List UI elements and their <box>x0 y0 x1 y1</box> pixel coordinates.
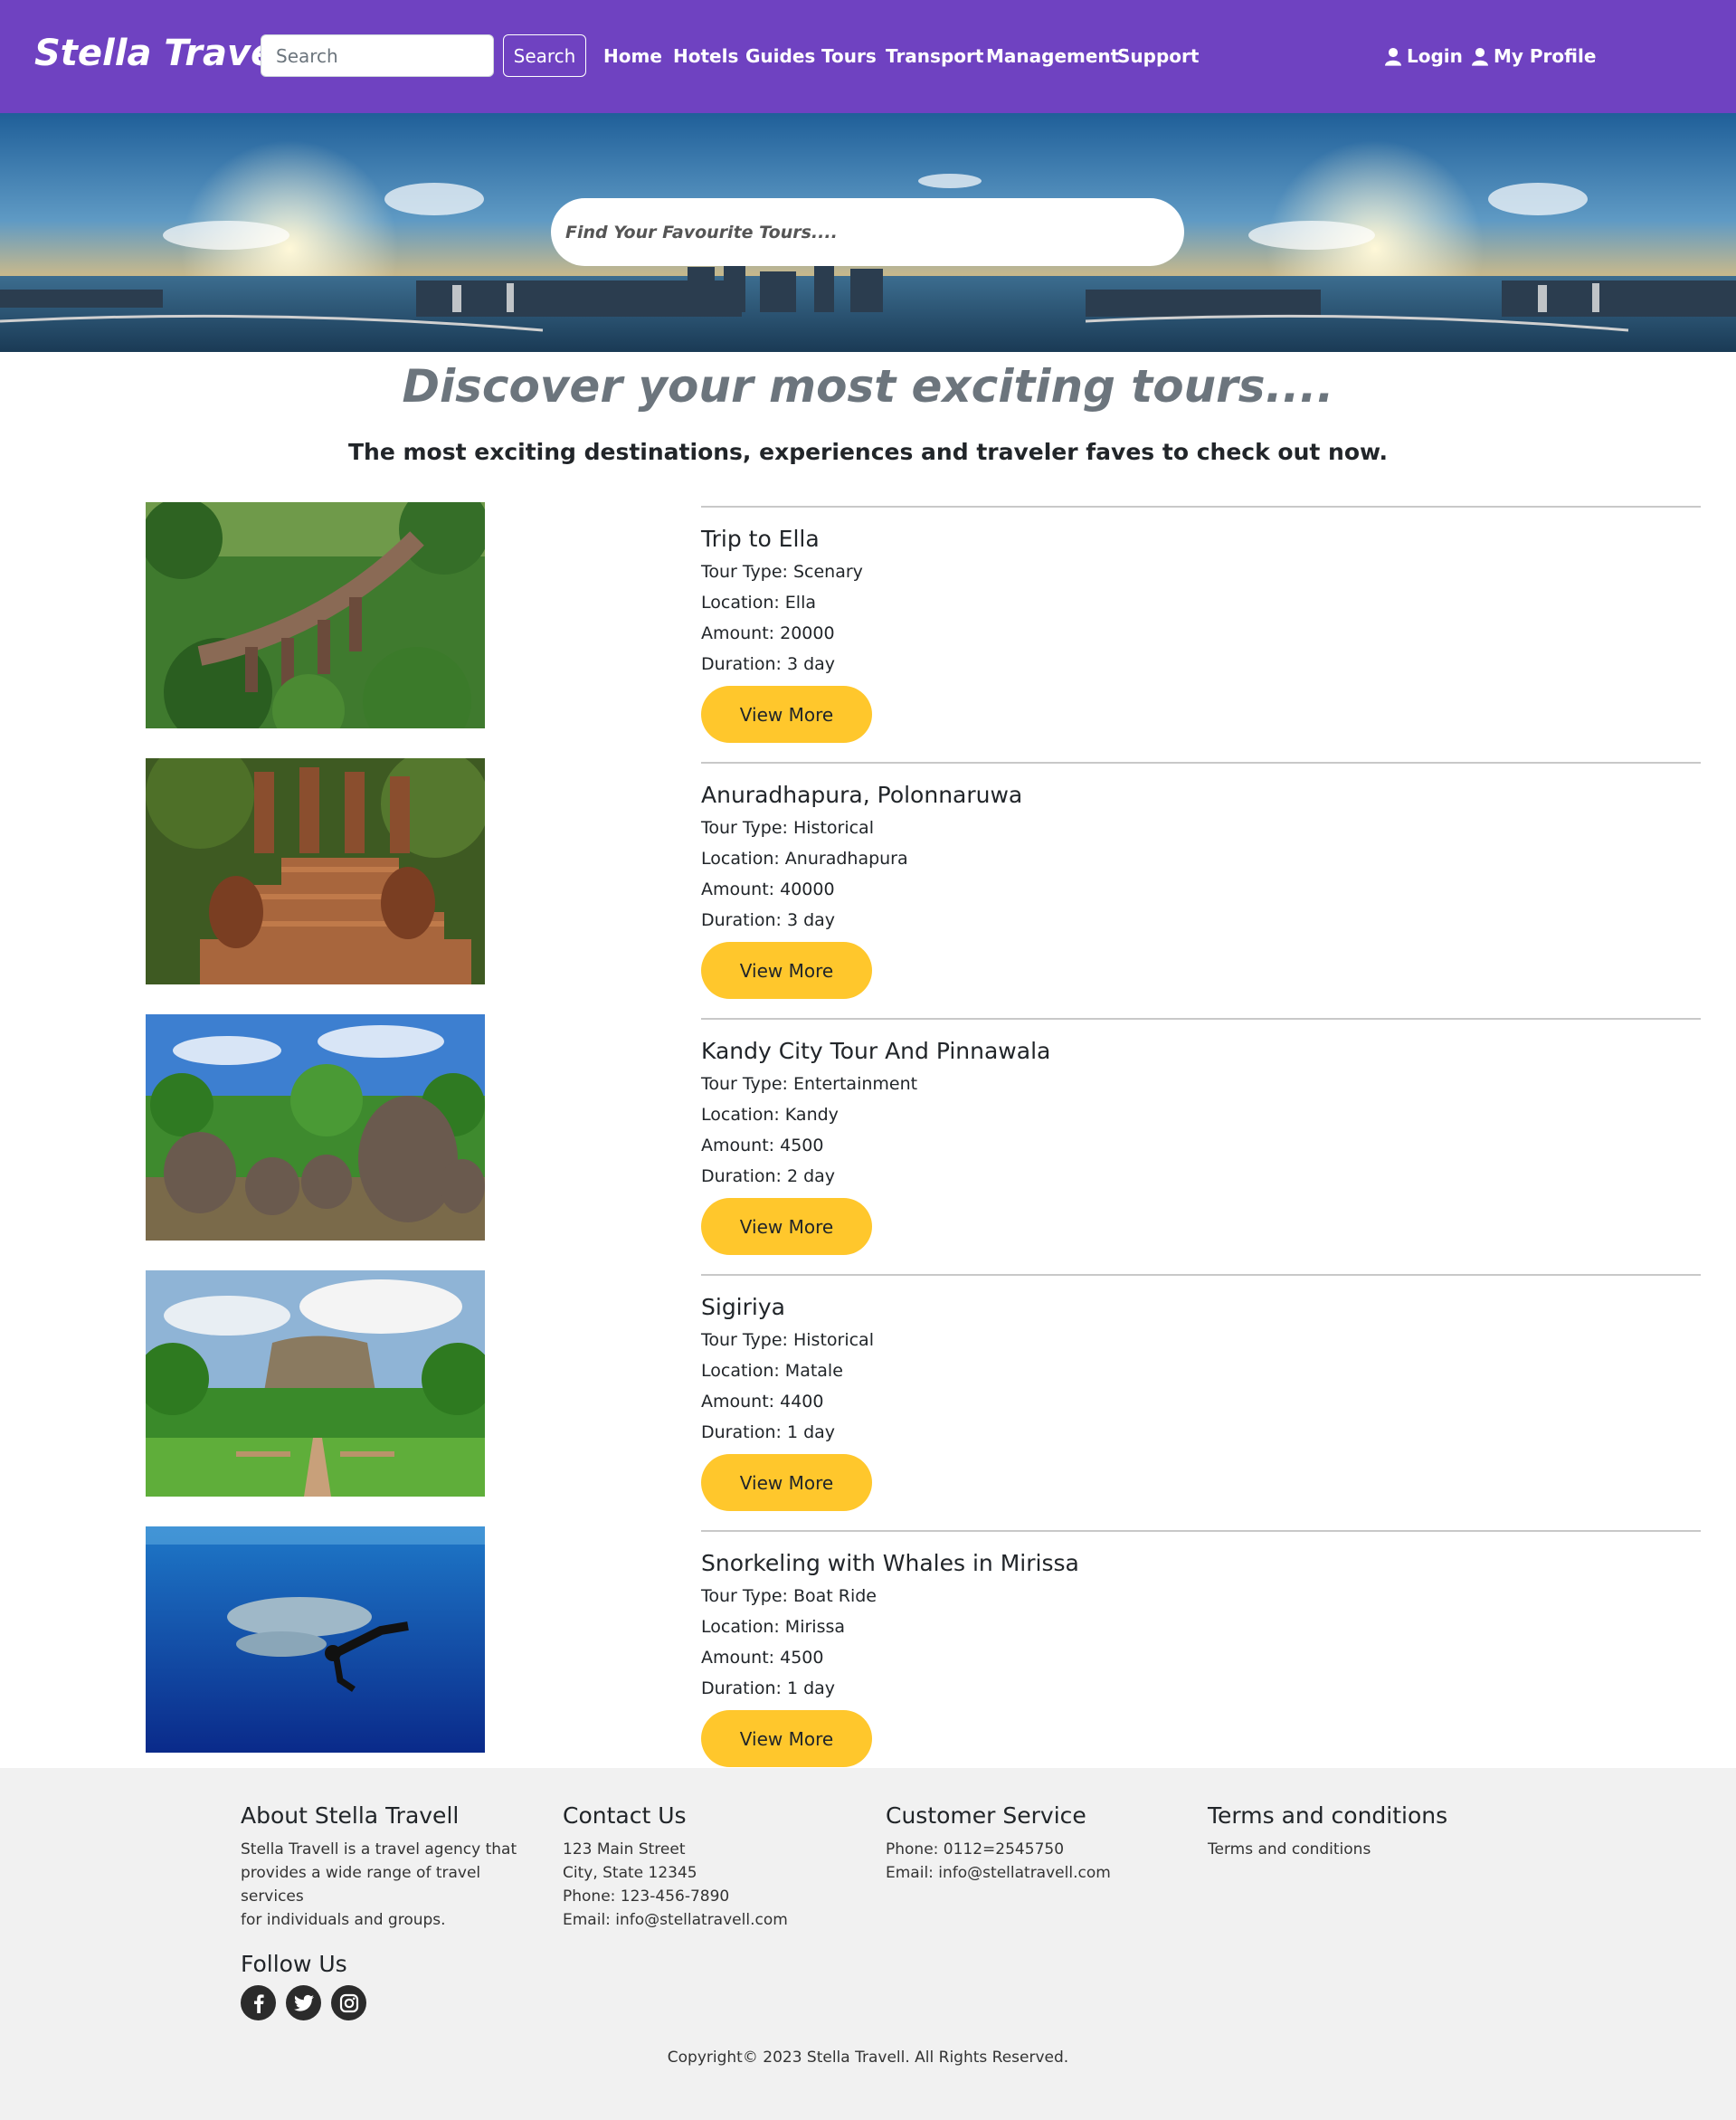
nav-link-tours[interactable]: Tours <box>821 45 877 67</box>
facebook-icon[interactable] <box>241 1985 276 2020</box>
tour-image-anuradhapura <box>146 758 485 984</box>
view-more-button[interactable]: View More <box>701 942 872 999</box>
footer-contact-line: 123 Main Street <box>563 1840 686 1859</box>
footer-about-title: About Stella Travell <box>241 1802 460 1829</box>
tour-name: Kandy City Tour And Pinnawala <box>701 1038 1051 1064</box>
tour-image-mirissa <box>146 1526 485 1753</box>
page-subtitle: The most exciting destinations, experien… <box>347 439 1389 465</box>
tour-duration: Duration: 1 day <box>701 1678 836 1698</box>
view-more-button[interactable]: View More <box>701 1198 872 1255</box>
footer-contact-line: Phone: 123-456-7890 <box>563 1887 730 1906</box>
tour-location: Location: Mirissa <box>701 1617 846 1637</box>
tour-card: Snorkeling with Whales in Mirissa Tour T… <box>0 1526 1736 1783</box>
tour-image-sigiriya <box>146 1270 485 1497</box>
nav-link-support[interactable]: Support <box>1117 45 1199 67</box>
tour-search-input[interactable] <box>551 198 1184 266</box>
user-icon <box>1472 47 1488 66</box>
tour-amount: Amount: 20000 <box>701 623 835 643</box>
tour-duration: Duration: 2 day <box>701 1166 836 1186</box>
tour-name: Sigiriya <box>701 1294 785 1320</box>
social-links <box>241 1985 366 2020</box>
tour-name: Anuradhapura, Polonnaruwa <box>701 782 1023 808</box>
divider <box>701 762 1701 764</box>
tour-type: Tour Type: Boat Ride <box>701 1586 877 1606</box>
footer-service-title: Customer Service <box>886 1802 1086 1829</box>
tour-duration: Duration: 1 day <box>701 1422 836 1442</box>
nav-link-guides[interactable]: Guides <box>745 45 815 67</box>
footer-contact-line: City, State 12345 <box>563 1864 697 1882</box>
tour-amount: Amount: 4500 <box>701 1136 824 1155</box>
footer-terms: Terms and conditions Terms and condition… <box>1208 1802 1515 1861</box>
twitter-icon[interactable] <box>286 1985 321 2020</box>
tour-type: Tour Type: Historical <box>701 1330 874 1350</box>
tour-card: Trip to Ella Tour Type: Scenary Location… <box>0 502 1736 758</box>
tour-name: Snorkeling with Whales in Mirissa <box>701 1550 1079 1576</box>
tour-duration: Duration: 3 day <box>701 910 836 930</box>
footer-about-line: for individuals and groups. <box>241 1911 446 1929</box>
search-input[interactable] <box>261 34 494 77</box>
footer: About Stella Travell Stella Travell is a… <box>0 1768 1736 2120</box>
search-button[interactable]: Search <box>503 34 586 77</box>
divider <box>701 506 1701 508</box>
view-more-button[interactable]: View More <box>701 1454 872 1511</box>
nav-link-management[interactable]: Management <box>986 45 1119 67</box>
footer-about-line: provides a wide range of travel services <box>241 1864 481 1906</box>
tour-amount: Amount: 40000 <box>701 879 835 899</box>
my-profile-label: My Profile <box>1494 45 1597 67</box>
tour-type: Tour Type: Entertainment <box>701 1074 918 1094</box>
login-link[interactable]: Login <box>1385 45 1463 67</box>
page-title: Discover your most exciting tours.... <box>402 360 1334 413</box>
tour-type: Tour Type: Historical <box>701 818 874 838</box>
nav-link-transport[interactable]: Transport <box>886 45 983 67</box>
tour-image-ella <box>146 502 485 728</box>
tour-amount: Amount: 4500 <box>701 1648 824 1668</box>
copyright-text: Copyright© 2023 Stella Travell. All Righ… <box>667 2049 1069 2067</box>
footer-contact-line: Email: info@stellatravell.com <box>563 1911 788 1929</box>
divider <box>701 1274 1701 1276</box>
tour-location: Location: Matale <box>701 1361 843 1381</box>
tour-location: Location: Ella <box>701 593 817 613</box>
tour-name: Trip to Ella <box>701 526 820 552</box>
tour-card: Anuradhapura, Polonnaruwa Tour Type: His… <box>0 758 1736 1014</box>
view-more-button[interactable]: View More <box>701 686 872 743</box>
tour-card: Kandy City Tour And Pinnawala Tour Type:… <box>0 1014 1736 1270</box>
instagram-icon[interactable] <box>331 1985 366 2020</box>
tour-duration: Duration: 3 day <box>701 654 836 674</box>
tour-location: Location: Kandy <box>701 1105 839 1125</box>
footer-contact-title: Contact Us <box>563 1802 687 1829</box>
follow-us-title: Follow Us <box>241 1951 347 1977</box>
view-more-button[interactable]: View More <box>701 1710 872 1767</box>
tour-amount: Amount: 4400 <box>701 1392 824 1412</box>
footer-contact: Contact Us 123 Main Street City, State 1… <box>563 1802 870 1932</box>
divider <box>701 1018 1701 1020</box>
footer-terms-title: Terms and conditions <box>1208 1802 1448 1829</box>
my-profile-link[interactable]: My Profile <box>1472 45 1596 67</box>
footer-service-line: Phone: 0112=2545750 <box>886 1840 1065 1859</box>
brand-logo[interactable]: Stella Travel <box>34 33 288 74</box>
footer-service: Customer Service Phone: 0112=2545750 Ema… <box>886 1802 1193 1885</box>
tour-image-elephants <box>146 1014 485 1241</box>
divider <box>701 1530 1701 1532</box>
tour-type: Tour Type: Scenary <box>701 562 863 582</box>
login-label: Login <box>1407 45 1463 67</box>
nav-link-hotels[interactable]: Hotels <box>673 45 738 67</box>
tour-location: Location: Anuradhapura <box>701 849 908 869</box>
tour-card: Sigiriya Tour Type: Historical Location:… <box>0 1270 1736 1526</box>
terms-link[interactable]: Terms and conditions <box>1208 1838 1515 1861</box>
navbar: Stella Travel Search Home Hotels Guides … <box>0 0 1736 113</box>
nav-link-home[interactable]: Home <box>603 45 662 67</box>
footer-service-line: Email: info@stellatravell.com <box>886 1864 1111 1882</box>
user-icon <box>1385 47 1401 66</box>
footer-about: About Stella Travell Stella Travell is a… <box>241 1802 548 1932</box>
footer-about-line: Stella Travell is a travel agency that <box>241 1840 517 1859</box>
